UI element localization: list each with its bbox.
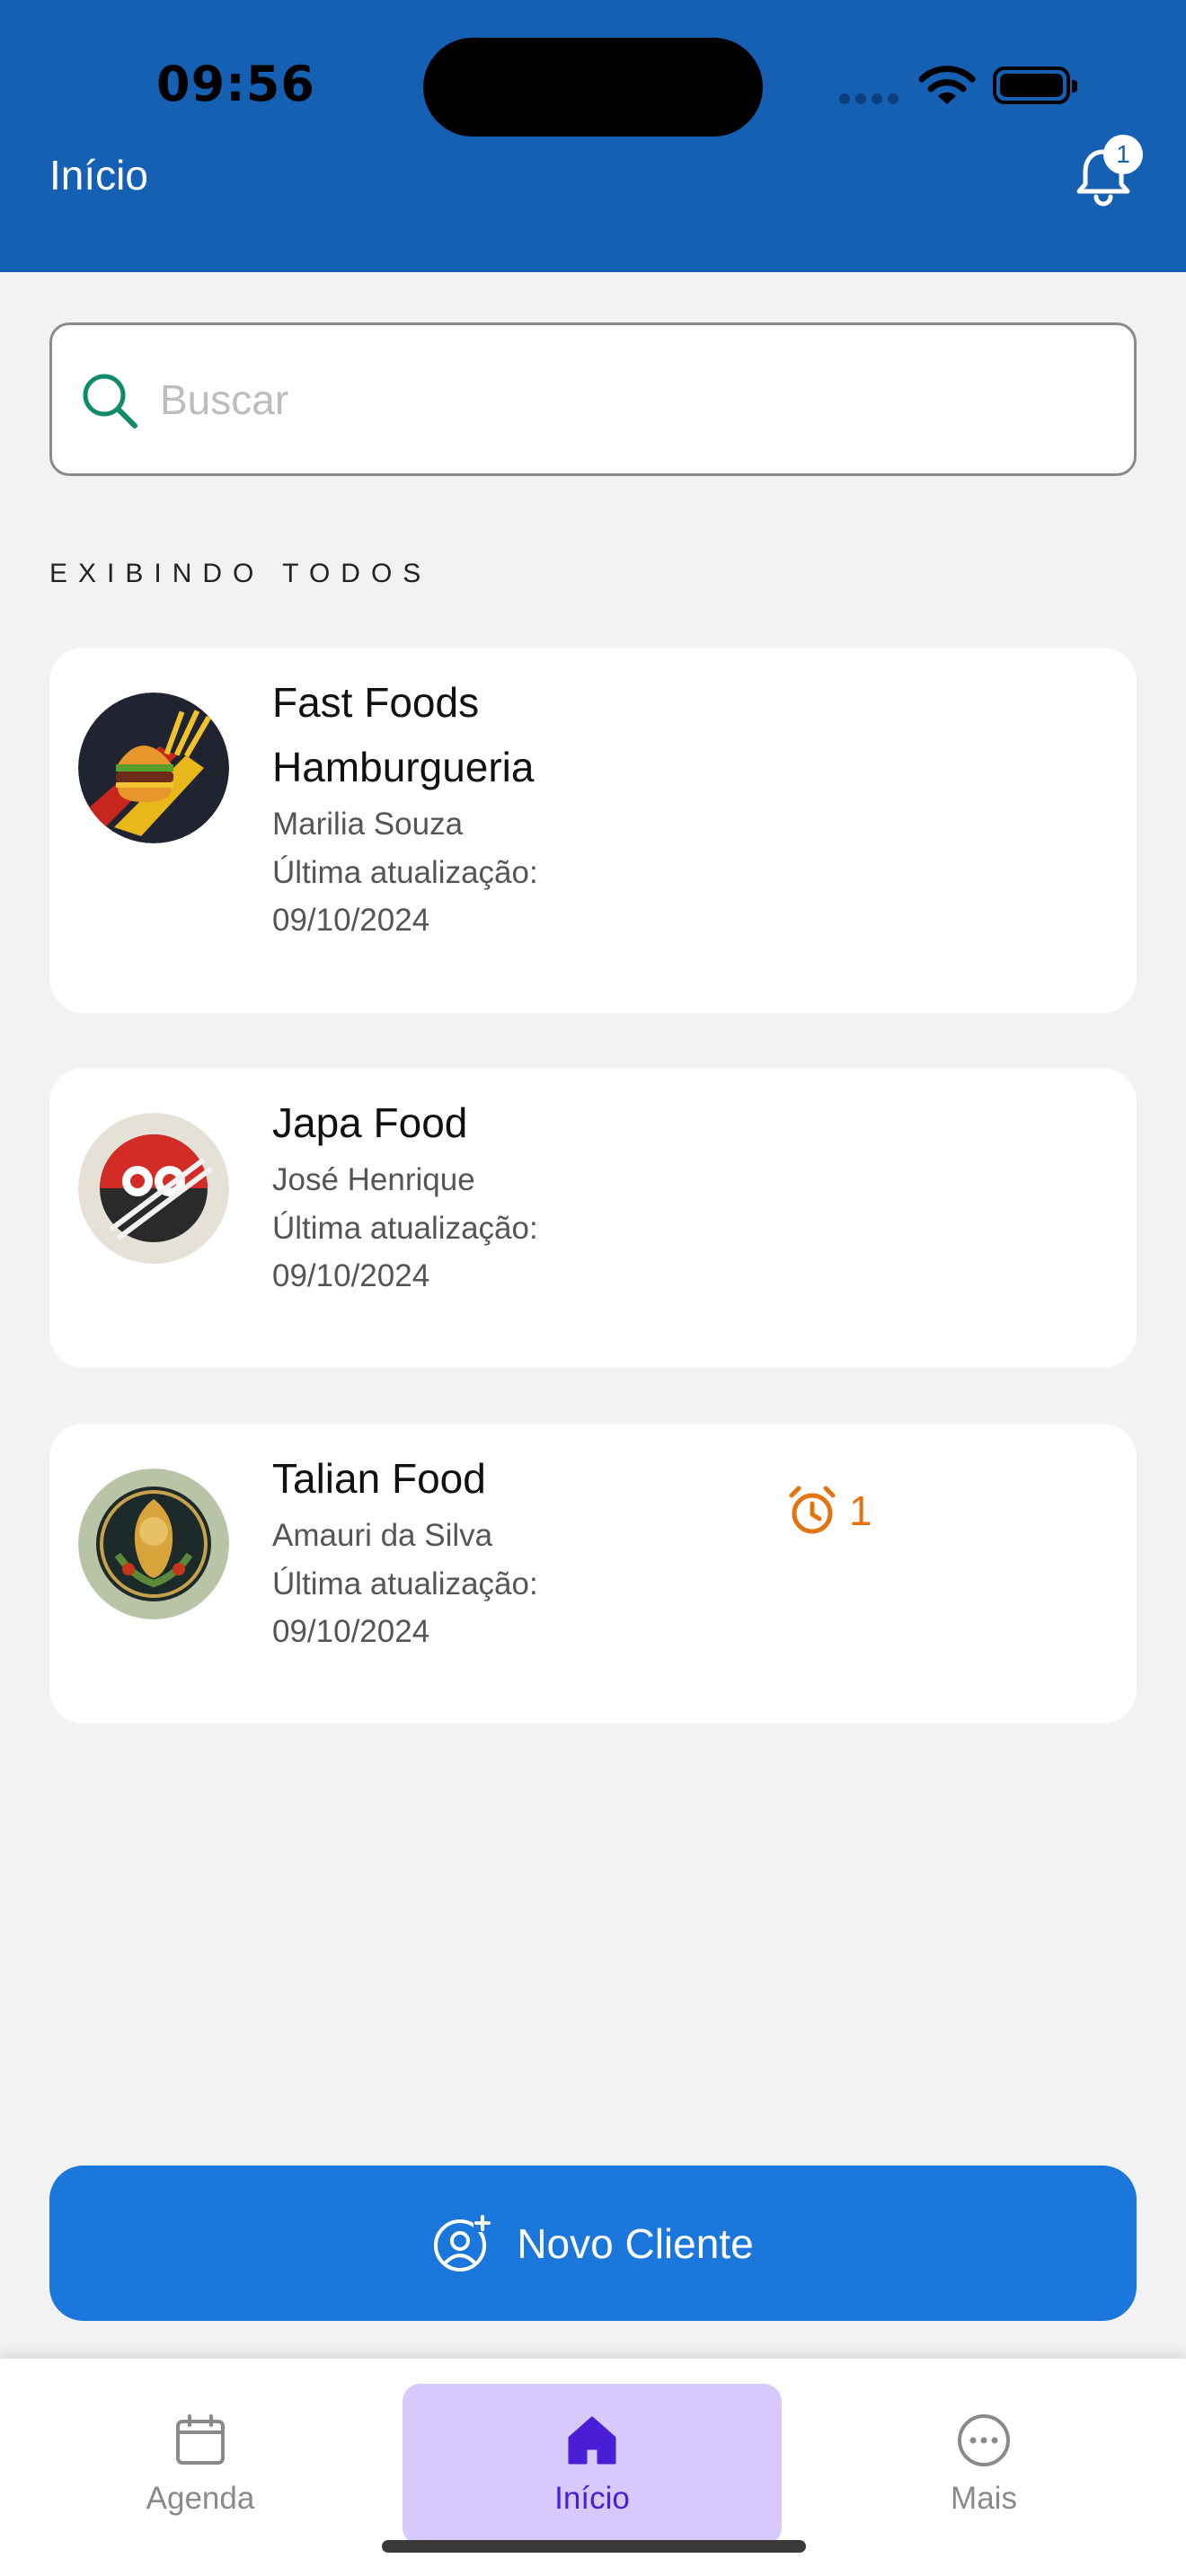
status-time: 09:56	[156, 56, 315, 112]
battery-icon	[993, 66, 1077, 104]
new-client-button[interactable]: Novo Cliente	[49, 2166, 1137, 2321]
last-update-date: 09/10/2024	[272, 903, 430, 938]
search-bar[interactable]	[49, 322, 1137, 476]
search-input[interactable]	[160, 366, 1103, 434]
client-contact: José Henrique	[272, 1162, 475, 1197]
app-header: 09:56 Início 1	[0, 0, 1186, 272]
wifi-icon	[918, 66, 976, 104]
client-name: Talian Food	[272, 1455, 486, 1502]
client-contact: Marilia Souza	[272, 807, 464, 842]
client-card[interactable]: Fast Foods Hamburgueria Marilia Souza Úl…	[49, 648, 1137, 1013]
calendar-icon	[176, 2414, 225, 2465]
last-update-date: 09/10/2024	[272, 1614, 430, 1649]
tab-label: Mais	[951, 2481, 1017, 2516]
client-card[interactable]: Talian Food 1 Amauri da Silva Última atu…	[49, 1424, 1137, 1724]
tab-label: Agenda	[146, 2481, 255, 2516]
tab-agenda[interactable]: Agenda	[11, 2384, 390, 2545]
status-icons	[836, 59, 1087, 113]
alarm-count: 1	[849, 1487, 872, 1534]
home-icon	[568, 2416, 616, 2465]
client-name-line2: Hamburgueria	[272, 744, 535, 790]
dynamic-island	[423, 38, 763, 137]
more-icon	[958, 2414, 1010, 2466]
cellular-signal-icon	[839, 93, 898, 104]
client-name: Japa Food	[272, 1099, 468, 1146]
tab-inicio[interactable]: Início	[403, 2384, 782, 2545]
page-title: Início	[49, 152, 148, 198]
section-label: EXIBINDO TODOS	[49, 559, 432, 588]
client-avatar-sushi	[78, 1113, 229, 1264]
client-avatar-ganesha	[78, 1469, 229, 1619]
pending-alarm-indicator[interactable]: 1	[786, 1485, 872, 1537]
add-user-icon	[434, 2213, 492, 2272]
last-update-label: Última atualização:	[272, 1211, 538, 1246]
client-contact: Amauri da Silva	[272, 1518, 493, 1553]
last-update-label: Última atualização:	[272, 855, 538, 890]
last-update-date: 09/10/2024	[272, 1258, 430, 1293]
notification-badge: 1	[1103, 135, 1143, 174]
alarm-clock-icon	[789, 1486, 836, 1534]
new-client-label: Novo Cliente	[517, 2219, 754, 2267]
last-update-label: Última atualização:	[272, 1566, 538, 1601]
client-avatar-burger	[78, 693, 229, 843]
search-icon	[83, 374, 137, 428]
tab-mais[interactable]: Mais	[794, 2384, 1173, 2545]
client-name: Fast Foods	[272, 679, 480, 726]
tab-label: Início	[554, 2481, 630, 2516]
client-card[interactable]: Japa Food José Henrique Última atualizaç…	[49, 1068, 1137, 1368]
home-indicator	[382, 2540, 806, 2553]
